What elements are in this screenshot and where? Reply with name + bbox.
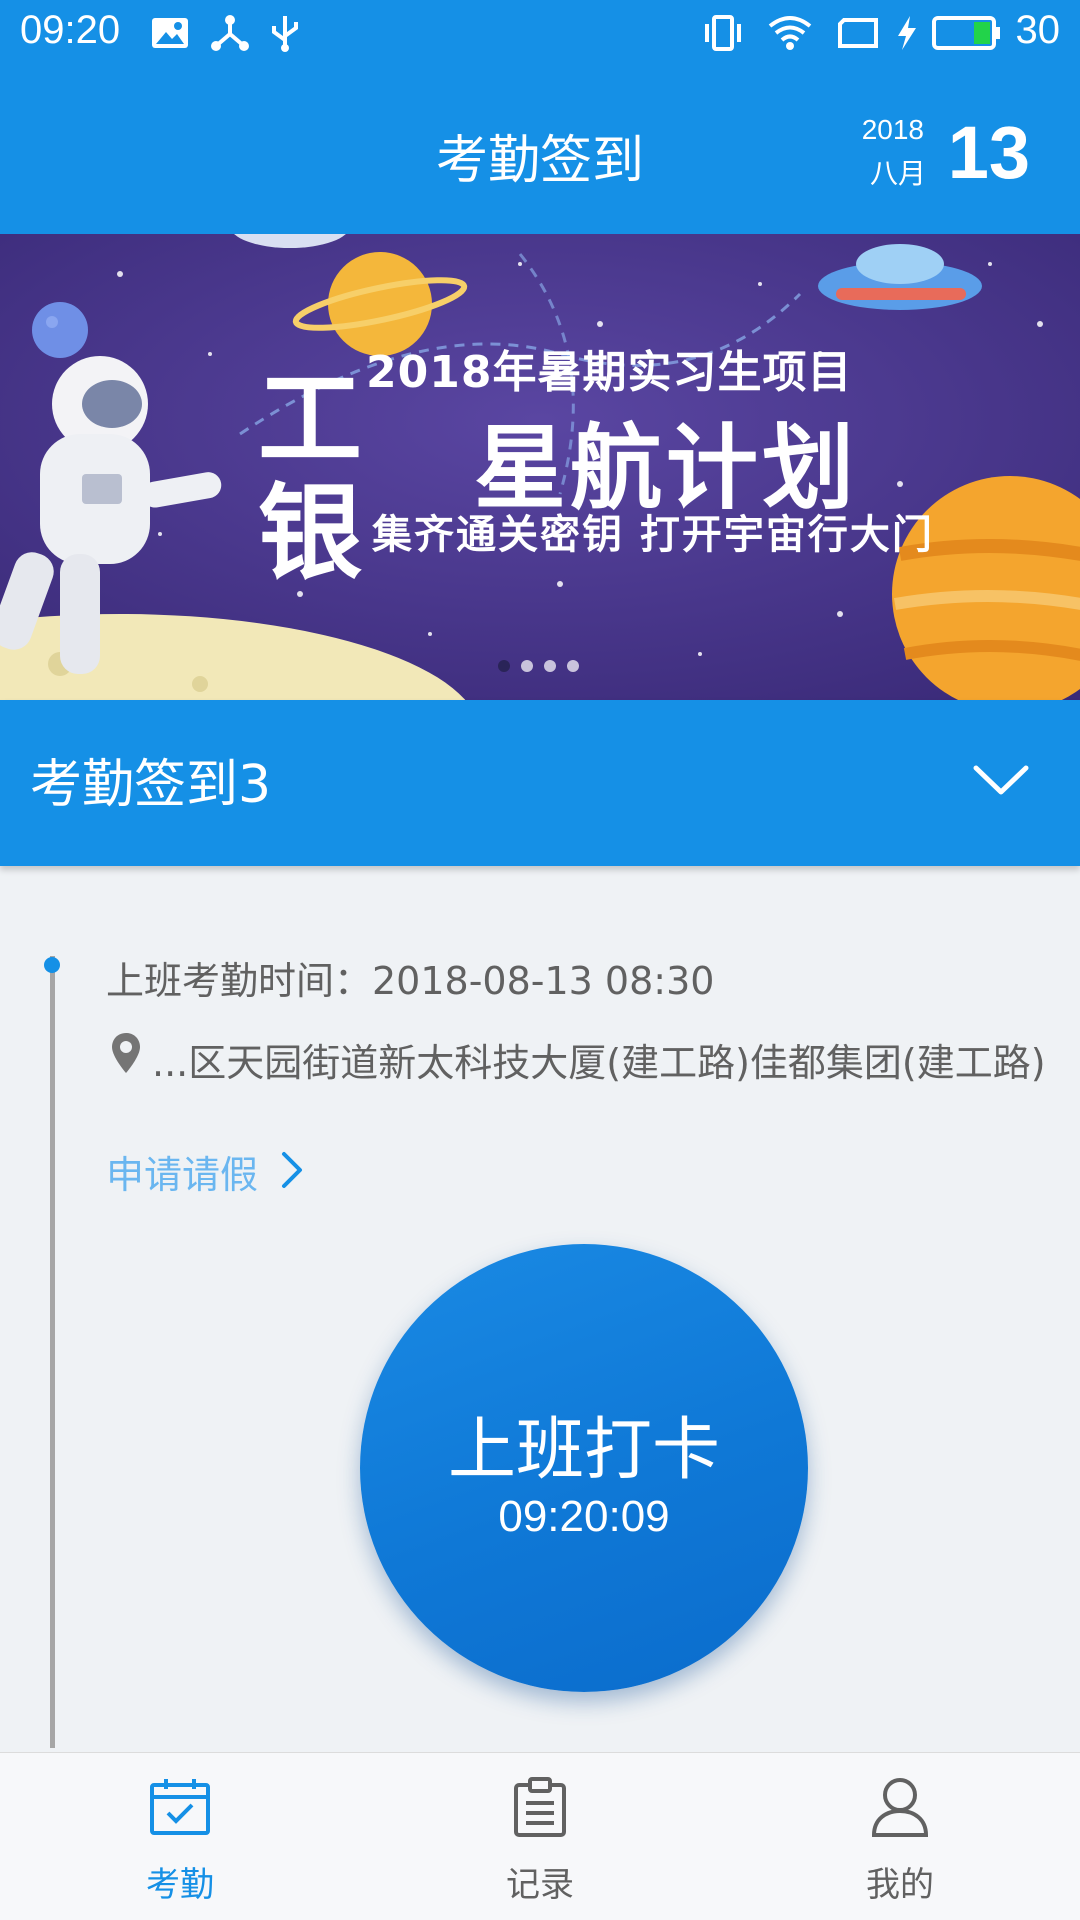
attendance-group-label: 考勤签到3 <box>30 755 272 815</box>
image-icon <box>152 18 188 48</box>
nav-label-profile: 我的 <box>866 1865 934 1905</box>
banner-slogan: 集齐通关密钥 打开宇宙行大门 <box>372 512 934 558</box>
battery-icon <box>932 16 1000 50</box>
carousel-dot[interactable] <box>498 660 510 672</box>
carousel-dot[interactable] <box>544 660 556 672</box>
banner-brand-char-2: 银 <box>258 472 363 594</box>
wifi-icon <box>768 16 812 50</box>
share-node-icon <box>211 15 249 51</box>
chevron-down-icon[interactable] <box>972 764 1030 798</box>
bottom-nav: 考勤 记录 我的 <box>0 1752 1080 1920</box>
nav-label-records: 记录 <box>506 1865 574 1905</box>
status-bar: 09:20 30 <box>0 0 1080 66</box>
work-start-time: 上班考勤时间：2018-08-13 08:30 <box>106 959 715 1003</box>
banner-subtitle: 2018年暑期实习生项目 <box>366 347 853 398</box>
timeline-line <box>50 956 55 1748</box>
apply-leave-link[interactable]: 申请请假 <box>106 1144 258 1199</box>
user-icon <box>871 1778 929 1837</box>
screen-icon <box>838 18 878 48</box>
usb-icon <box>272 16 298 52</box>
clock-in-button[interactable]: 上班打卡 09:20:09 <box>360 1244 808 1692</box>
app-header: 考勤签到 2018 八月 13 <box>0 66 1080 234</box>
charging-icon <box>898 16 916 50</box>
battery-level: 30 <box>1015 8 1061 52</box>
date-month: 八月 <box>869 157 926 190</box>
attendance-group-selector[interactable]: 考勤签到3 <box>0 700 1080 866</box>
nav-item-attendance[interactable]: 考勤 <box>80 1753 280 1920</box>
clock-in-label: 上班打卡 <box>447 1411 720 1490</box>
calendar-check-icon <box>150 1779 210 1835</box>
current-time: 09:20:09 <box>498 1492 670 1541</box>
carousel-dot[interactable] <box>521 660 533 672</box>
nav-item-records[interactable]: 记录 <box>440 1753 640 1920</box>
status-time: 09:20 <box>20 8 121 52</box>
date-year: 2018 <box>861 114 924 145</box>
nav-label-attendance: 考勤 <box>146 1865 214 1905</box>
nav-item-profile[interactable]: 我的 <box>800 1753 1000 1920</box>
banner-carousel[interactable]: 工 银 2018年暑期实习生项目 星航计划 集齐通关密钥 打开宇宙行大门 <box>0 234 1080 700</box>
location-address: ...区天园街道新太科技大厦(建工路)佳都集团(建工路) <box>152 1041 1046 1085</box>
timeline-dot <box>44 957 60 973</box>
attendance-app: 09:20 30 考勤签到 2018 八月 13 工 银 2018年暑期实习生项… <box>0 0 1080 1920</box>
date-day: 13 <box>947 111 1030 194</box>
location-pin-icon <box>112 1033 140 1073</box>
carousel-dot[interactable] <box>567 660 579 672</box>
chevron-right-icon[interactable] <box>280 1150 304 1190</box>
carousel-page-indicator[interactable] <box>498 657 590 676</box>
clipboard-icon <box>514 1777 566 1837</box>
vibrate-icon <box>705 15 741 51</box>
